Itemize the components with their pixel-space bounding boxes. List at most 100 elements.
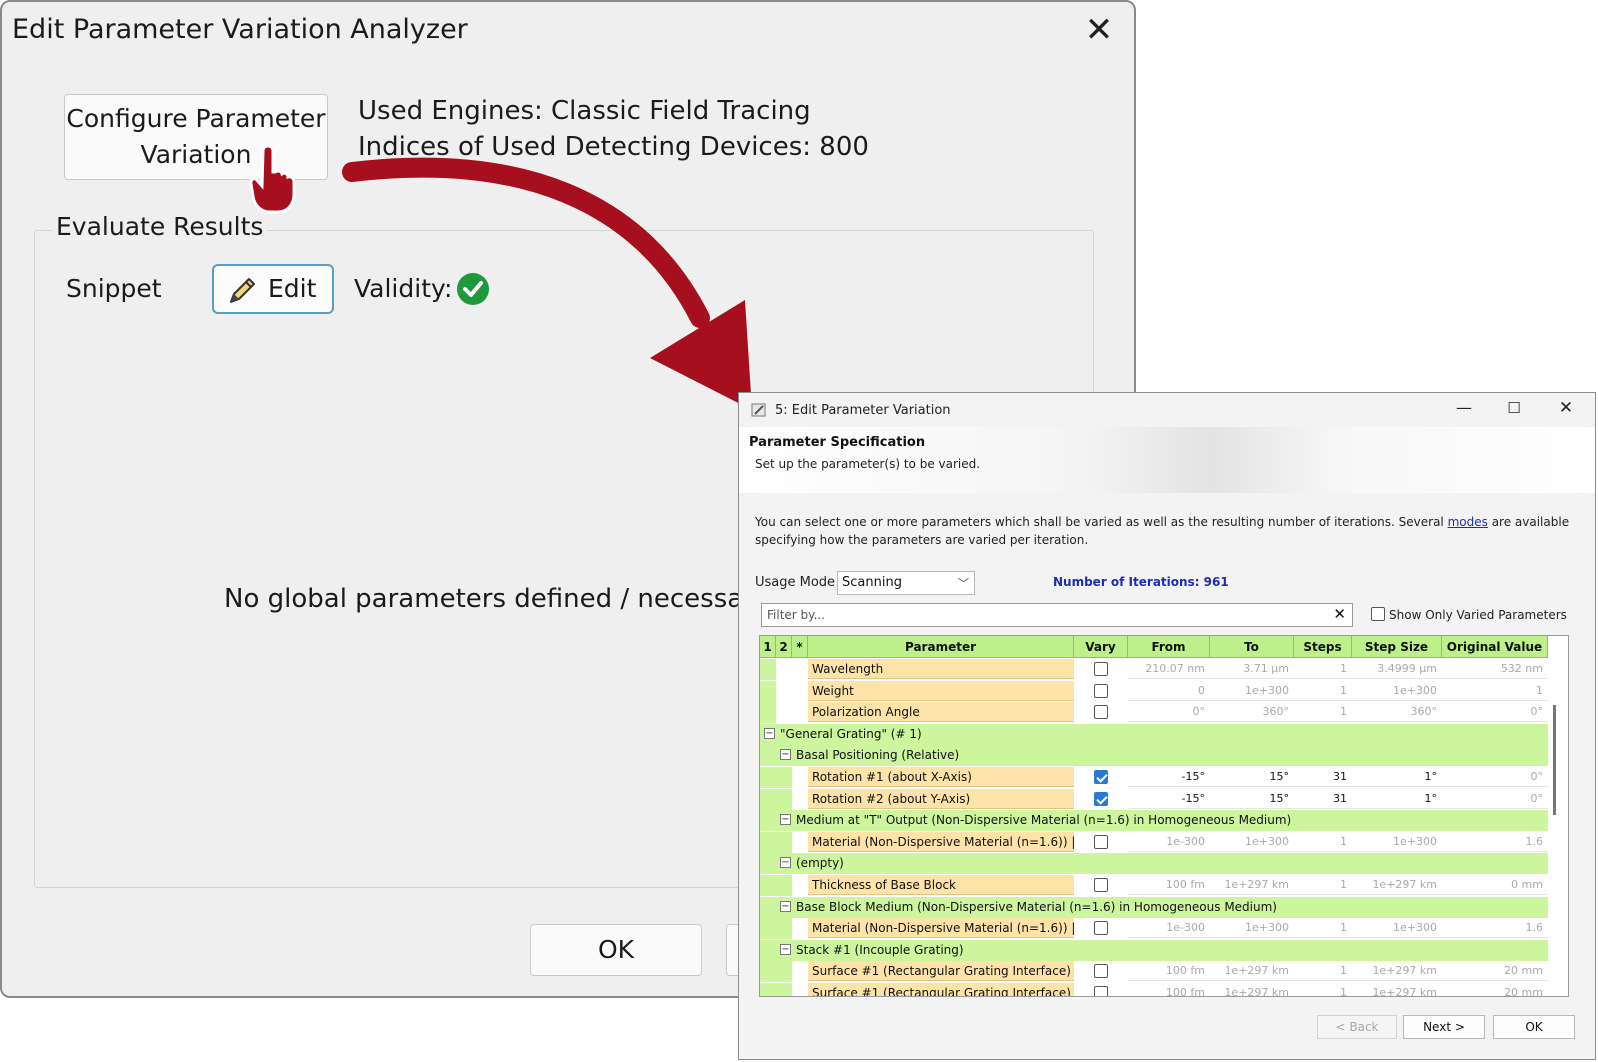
cell-steps[interactable]: 1 — [1294, 961, 1352, 982]
cell-step-size[interactable]: 360° — [1352, 702, 1442, 723]
next-button[interactable]: Next > — [1403, 1015, 1485, 1039]
cell-step-size[interactable]: 3.4999 µm — [1352, 659, 1442, 679]
vary-checkbox[interactable] — [1094, 921, 1108, 936]
close-icon[interactable]: ✕ — [1080, 12, 1118, 50]
cell-step-size[interactable]: 1e+297 km — [1352, 875, 1442, 895]
cell-step-size[interactable]: 1e+300 — [1352, 681, 1442, 701]
cell-to[interactable]: 1e+297 km — [1210, 875, 1294, 895]
cell-from[interactable]: 0 — [1128, 681, 1210, 701]
column-header-steps[interactable]: Steps — [1294, 636, 1352, 658]
cell-to[interactable]: 1e+297 km — [1210, 961, 1294, 982]
column-header-2[interactable]: 2 — [776, 636, 792, 658]
cell-step-size[interactable]: 1° — [1352, 767, 1442, 787]
maximize-icon[interactable]: ☐ — [1499, 395, 1529, 421]
table-row[interactable]: Wavelength 210.07 nm 3.71 µm 1 3.4999 µm 532 … — [760, 659, 1568, 680]
cell-original[interactable]: 1.6 — [1442, 918, 1548, 939]
cell-steps[interactable]: 1 — [1294, 702, 1352, 723]
table-row[interactable]: Material (Non-Dispersive Material (n=1.6… — [760, 918, 1568, 940]
cell-steps[interactable]: 1 — [1294, 681, 1352, 701]
vary-checkbox[interactable] — [1094, 986, 1108, 996]
cell-from[interactable]: -15° — [1128, 789, 1210, 809]
column-header-step-size[interactable]: Step Size — [1352, 636, 1442, 658]
cell-from[interactable]: 1e-300 — [1128, 832, 1210, 852]
cell-to[interactable]: 15° — [1210, 767, 1294, 787]
column-header-parameter[interactable]: Parameter — [808, 636, 1074, 658]
back-button[interactable]: < Back — [1317, 1015, 1397, 1039]
clear-filter-icon[interactable]: ✕ — [1333, 605, 1346, 623]
cell-original[interactable]: 0° — [1442, 702, 1548, 723]
table-group-row[interactable]: − "General Grating" (# 1) — [760, 723, 1568, 745]
cell-from[interactable]: 0° — [1128, 702, 1210, 723]
vary-checkbox[interactable] — [1094, 791, 1108, 806]
ok-button[interactable]: OK — [530, 924, 702, 976]
table-row[interactable]: Thickness of Base Block 100 fm 1e+297 km 1 1… — [760, 875, 1568, 896]
close-icon[interactable]: ✕ — [1551, 395, 1581, 421]
cell-original[interactable]: 0° — [1442, 767, 1548, 787]
vary-checkbox[interactable] — [1094, 662, 1108, 676]
table-row[interactable]: Surface #1 (Rectangular Grating Interfac… — [760, 983, 1568, 996]
table-scrollbar[interactable] — [1553, 705, 1556, 815]
cell-original[interactable]: 1.6 — [1442, 832, 1548, 852]
collapse-toggle-icon[interactable]: − — [780, 814, 791, 826]
table-row[interactable]: Rotation #2 (about Y-Axis) -15° 15° 31 1° 0° — [760, 788, 1568, 810]
cell-to[interactable]: 1e+297 km — [1210, 983, 1294, 996]
cell-step-size[interactable]: 1e+300 — [1352, 918, 1442, 939]
table-row[interactable]: Weight 0 1e+300 1 1e+300 1 — [760, 680, 1568, 702]
column-header-1[interactable]: 1 — [760, 636, 776, 658]
cell-steps[interactable]: 1 — [1294, 832, 1352, 852]
table-group-row[interactable]: − Stack #1 (Incouple Grating) — [760, 939, 1568, 961]
cell-original[interactable]: 532 nm — [1442, 659, 1548, 679]
cell-steps[interactable]: 1 — [1294, 918, 1352, 939]
column-header-to[interactable]: To — [1210, 636, 1294, 658]
vary-checkbox[interactable] — [1094, 878, 1108, 892]
collapse-toggle-icon[interactable]: − — [780, 943, 791, 955]
cell-step-size[interactable]: 1e+297 km — [1352, 983, 1442, 996]
vary-checkbox[interactable] — [1094, 964, 1108, 979]
show-only-varied-checkbox[interactable]: Show Only Varied Parameters — [1371, 607, 1567, 622]
table-row[interactable]: Surface #1 (Rectangular Grating Interfac… — [760, 961, 1568, 983]
vary-checkbox[interactable] — [1094, 770, 1108, 784]
vary-checkbox[interactable] — [1094, 834, 1108, 849]
table-row[interactable]: Polarization Angle 0° 360° 1 360° 0° — [760, 702, 1568, 724]
cell-to[interactable]: 360° — [1210, 702, 1294, 723]
minimize-icon[interactable]: — — [1449, 395, 1479, 421]
cell-steps[interactable]: 1 — [1294, 659, 1352, 679]
cell-to[interactable]: 15° — [1210, 789, 1294, 809]
table-row[interactable]: Material (Non-Dispersive Material (n=1.6… — [760, 831, 1568, 853]
cell-original[interactable]: 0° — [1442, 789, 1548, 809]
column-header-star[interactable]: * — [792, 636, 808, 658]
cell-to[interactable]: 1e+300 — [1210, 832, 1294, 852]
cell-from[interactable]: 100 fm — [1128, 983, 1210, 996]
modes-link[interactable]: modes — [1448, 515, 1488, 529]
ok-button[interactable]: OK — [1493, 1015, 1575, 1039]
collapse-toggle-icon[interactable]: − — [780, 857, 791, 869]
cell-step-size[interactable]: 1e+300 — [1352, 832, 1442, 852]
cell-original[interactable]: 1 — [1442, 681, 1548, 701]
cell-original[interactable]: 20 mm — [1442, 983, 1548, 996]
cell-steps[interactable]: 1 — [1294, 983, 1352, 996]
column-header-vary[interactable]: Vary — [1074, 636, 1128, 658]
cell-to[interactable]: 1e+300 — [1210, 681, 1294, 701]
cell-to[interactable]: 1e+300 — [1210, 918, 1294, 939]
cell-from[interactable]: -15° — [1128, 767, 1210, 787]
cell-steps[interactable]: 1 — [1294, 875, 1352, 895]
filter-input[interactable]: Filter by... ✕ — [761, 603, 1353, 627]
table-group-row[interactable]: − Base Block Medium (Non-Dispersive Mater… — [760, 896, 1568, 918]
table-group-row[interactable]: − Medium at "T" Output (Non-Dispersive Ma… — [760, 810, 1568, 832]
collapse-toggle-icon[interactable]: − — [780, 900, 791, 912]
vary-checkbox[interactable] — [1094, 683, 1108, 698]
table-group-row[interactable]: − Basal Positioning (Relative) — [760, 745, 1568, 767]
vary-checkbox[interactable] — [1094, 705, 1108, 720]
usage-mode-select[interactable]: Scanning ﹀ — [837, 571, 975, 595]
collapse-toggle-icon[interactable]: − — [780, 749, 791, 761]
cell-from[interactable]: 100 fm — [1128, 875, 1210, 895]
cell-original[interactable]: 0 mm — [1442, 875, 1548, 895]
edit-snippet-button[interactable]: Edit — [212, 264, 334, 314]
collapse-toggle-icon[interactable]: − — [764, 727, 775, 739]
table-group-row[interactable]: − (empty) — [760, 853, 1568, 875]
cell-to[interactable]: 3.71 µm — [1210, 659, 1294, 679]
column-header-original-value[interactable]: Original Value — [1442, 636, 1548, 658]
cell-from[interactable]: 210.07 nm — [1128, 659, 1210, 679]
cell-steps[interactable]: 31 — [1294, 767, 1352, 787]
cell-step-size[interactable]: 1e+297 km — [1352, 961, 1442, 982]
